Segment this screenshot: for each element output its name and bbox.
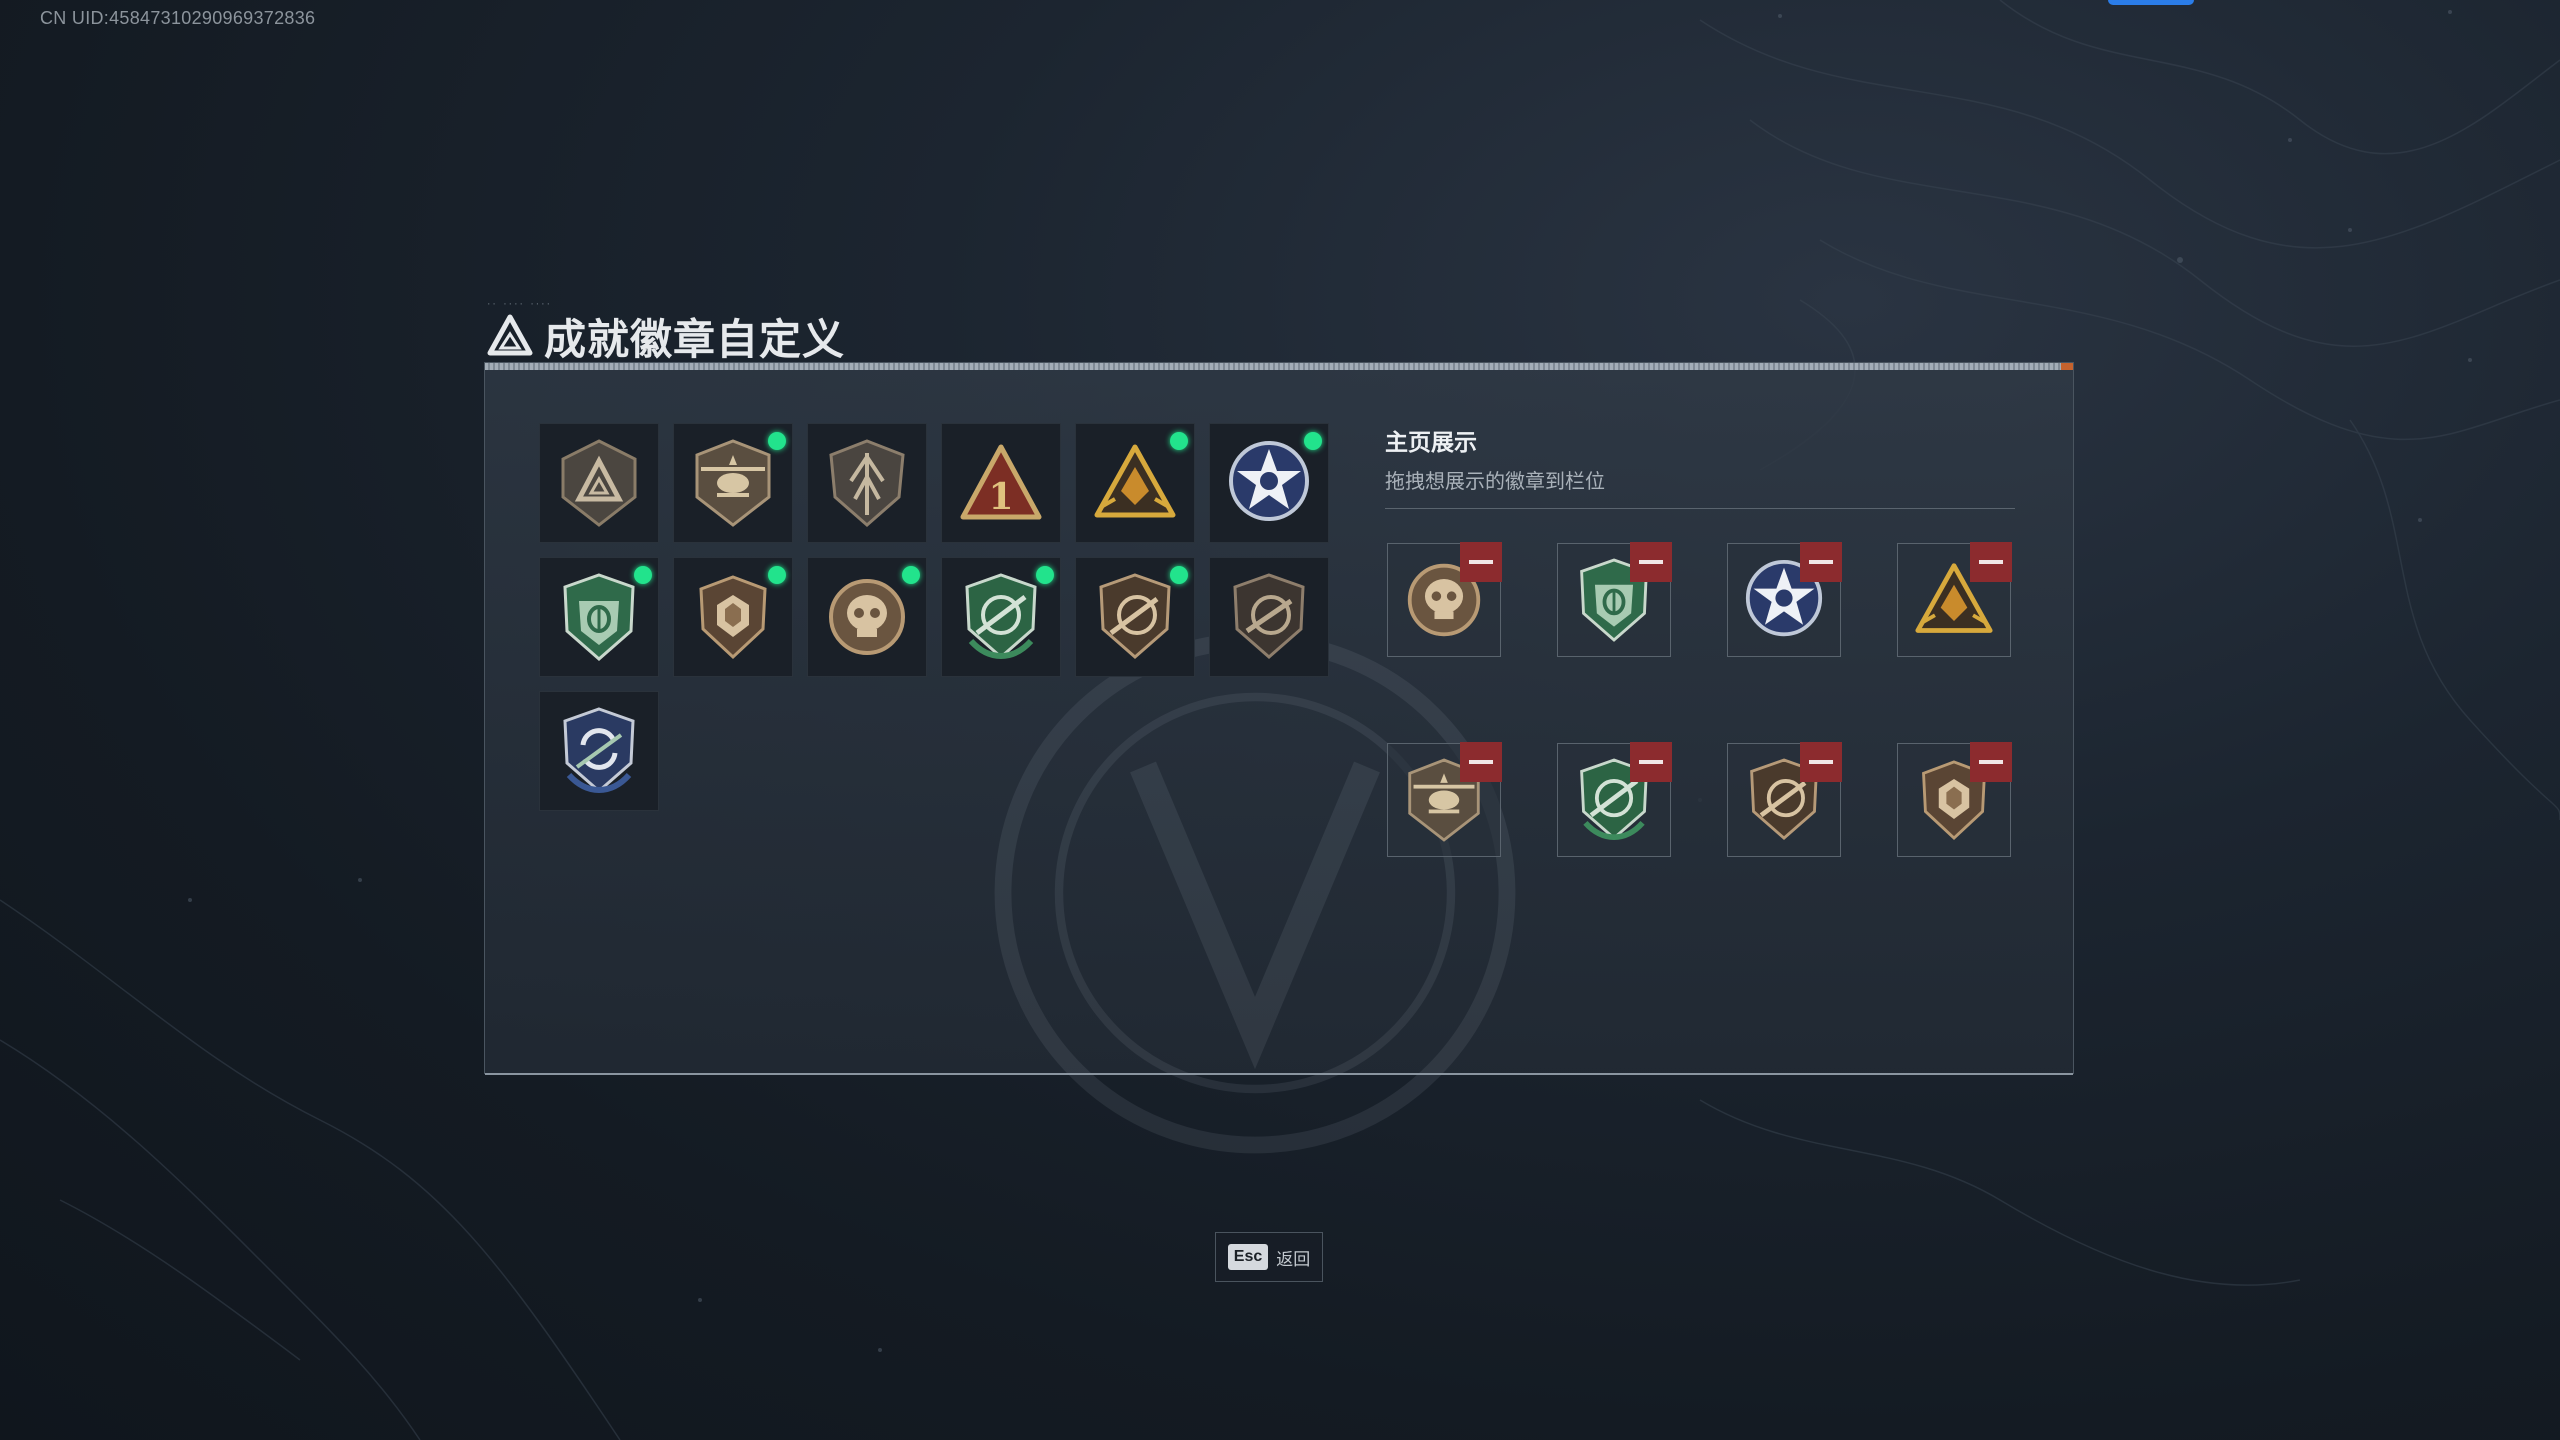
showcase-title: 主页展示 xyxy=(1385,429,1477,455)
homepage-showcase: 主页展示 拖拽想展示的徽章到栏位 xyxy=(1385,423,2015,857)
green-eye-shield-icon xyxy=(563,573,635,661)
remove-badge-button[interactable] xyxy=(1630,542,1672,582)
badge-cell[interactable]: 1 xyxy=(941,423,1061,543)
new-indicator xyxy=(634,566,652,584)
badge-customize-panel: 1 主页展示 拖拽想展示的徽章到栏位 xyxy=(484,362,2074,1154)
bronze-skull-medallion-icon xyxy=(829,579,905,655)
remove-badge-button[interactable] xyxy=(1970,742,2012,782)
new-indicator xyxy=(1170,432,1188,450)
badge-grid: 1 xyxy=(539,423,1329,811)
showcase-slot[interactable] xyxy=(1387,742,1502,857)
minus-icon xyxy=(1809,760,1833,764)
bronze-rifle-shield-icon xyxy=(1099,573,1171,659)
minus-icon xyxy=(1979,560,2003,564)
showcase-divider xyxy=(1385,508,2015,509)
showcase-slot[interactable] xyxy=(1897,742,2012,857)
title-tick-decoration: ·· ···· ···· xyxy=(486,300,552,310)
badge-cell[interactable] xyxy=(807,423,927,543)
showcase-slot[interactable] xyxy=(1557,542,1672,657)
remove-badge-button[interactable] xyxy=(1460,542,1502,582)
remove-badge-button[interactable] xyxy=(1970,542,2012,582)
minus-icon xyxy=(1639,560,1663,564)
rank-one-triangle-icon: 1 xyxy=(960,444,1042,520)
showcase-slots xyxy=(1387,542,2012,857)
triangle-emblem-icon xyxy=(561,439,637,527)
badge-cell[interactable] xyxy=(673,557,793,677)
minus-icon xyxy=(1469,560,1493,564)
showcase-slot[interactable] xyxy=(1727,542,1842,657)
blue-recycle-shield-icon xyxy=(563,707,635,793)
minus-icon xyxy=(1639,760,1663,764)
new-indicator xyxy=(768,566,786,584)
back-button[interactable]: Esc 返回 xyxy=(1215,1232,1323,1282)
showcase-slot[interactable] xyxy=(1897,542,2012,657)
badge-cell[interactable] xyxy=(1075,557,1195,677)
new-indicator xyxy=(768,432,786,450)
remove-badge-button[interactable] xyxy=(1800,542,1842,582)
showcase-subtitle: 拖拽想展示的徽章到栏位 xyxy=(1385,471,1605,493)
minus-icon xyxy=(1979,760,2003,764)
new-indicator xyxy=(1170,566,1188,584)
helicopter-badge-icon xyxy=(695,439,771,527)
delta-logo-icon xyxy=(487,314,533,356)
minus-icon xyxy=(1809,560,1833,564)
bronze-hexagon-shield-icon xyxy=(699,575,767,660)
badge-cell[interactable] xyxy=(539,557,659,677)
green-rifle-shield-icon xyxy=(965,573,1037,659)
back-label: 返回 xyxy=(1276,1249,1311,1269)
dark-rifle-shield-icon xyxy=(1233,573,1305,659)
star-skull-badge-icon xyxy=(1229,441,1309,521)
top-accent-bar xyxy=(2108,0,2194,5)
badge-cell[interactable] xyxy=(1209,557,1329,677)
new-indicator xyxy=(1304,432,1322,450)
minus-icon xyxy=(1469,760,1493,764)
showcase-slot[interactable] xyxy=(1387,542,1502,657)
showcase-slot[interactable] xyxy=(1557,742,1672,857)
esc-key-icon: Esc xyxy=(1227,1244,1269,1270)
page-header: ·· ···· ···· 成就徽章自定义 xyxy=(486,300,846,366)
new-indicator xyxy=(902,566,920,584)
user-uid: CN UID:4584731029096​9372836 xyxy=(40,8,316,28)
badge-cell[interactable] xyxy=(673,423,793,543)
badge-cell[interactable] xyxy=(539,423,659,543)
panel-top-bar xyxy=(485,363,2073,370)
remove-badge-button[interactable] xyxy=(1630,742,1672,782)
badge-cell[interactable] xyxy=(1209,423,1329,543)
new-indicator xyxy=(1036,566,1054,584)
badge-cell[interactable] xyxy=(941,557,1061,677)
svg-text:1: 1 xyxy=(988,476,1013,518)
gold-triangle-emblem-icon xyxy=(1094,444,1176,518)
remove-badge-button[interactable] xyxy=(1800,742,1842,782)
arrow-shield-icon xyxy=(829,439,905,527)
panel-bottom-line xyxy=(485,1073,2073,1075)
showcase-slot[interactable] xyxy=(1727,742,1842,857)
remove-badge-button[interactable] xyxy=(1460,742,1502,782)
badge-cell[interactable] xyxy=(807,557,927,677)
badge-cell[interactable] xyxy=(539,691,659,811)
badge-cell[interactable] xyxy=(1075,423,1195,543)
page-title: 成就徽章自定义 xyxy=(544,315,846,363)
